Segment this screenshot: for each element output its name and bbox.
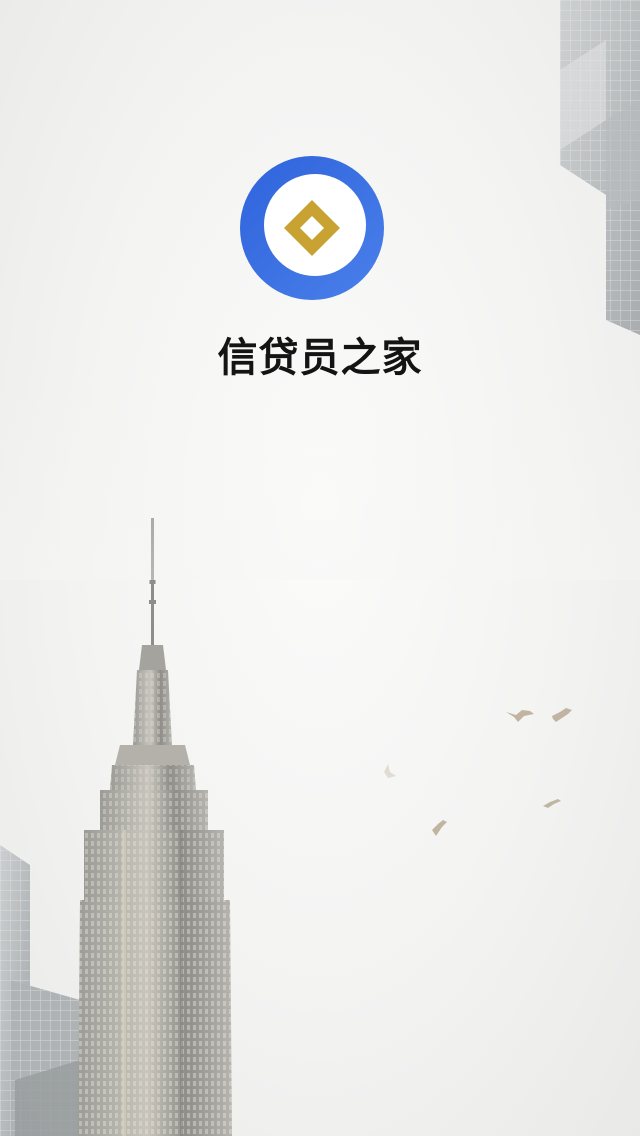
splash-screen: 信贷员之家 [0, 0, 640, 1136]
central-skyscraper [78, 518, 232, 1136]
top-right-building [560, 0, 640, 335]
diamond-ring-logo-icon [240, 156, 384, 300]
left-buildings [0, 845, 80, 1136]
app-title: 信贷员之家 [217, 335, 423, 381]
birds [384, 708, 572, 836]
